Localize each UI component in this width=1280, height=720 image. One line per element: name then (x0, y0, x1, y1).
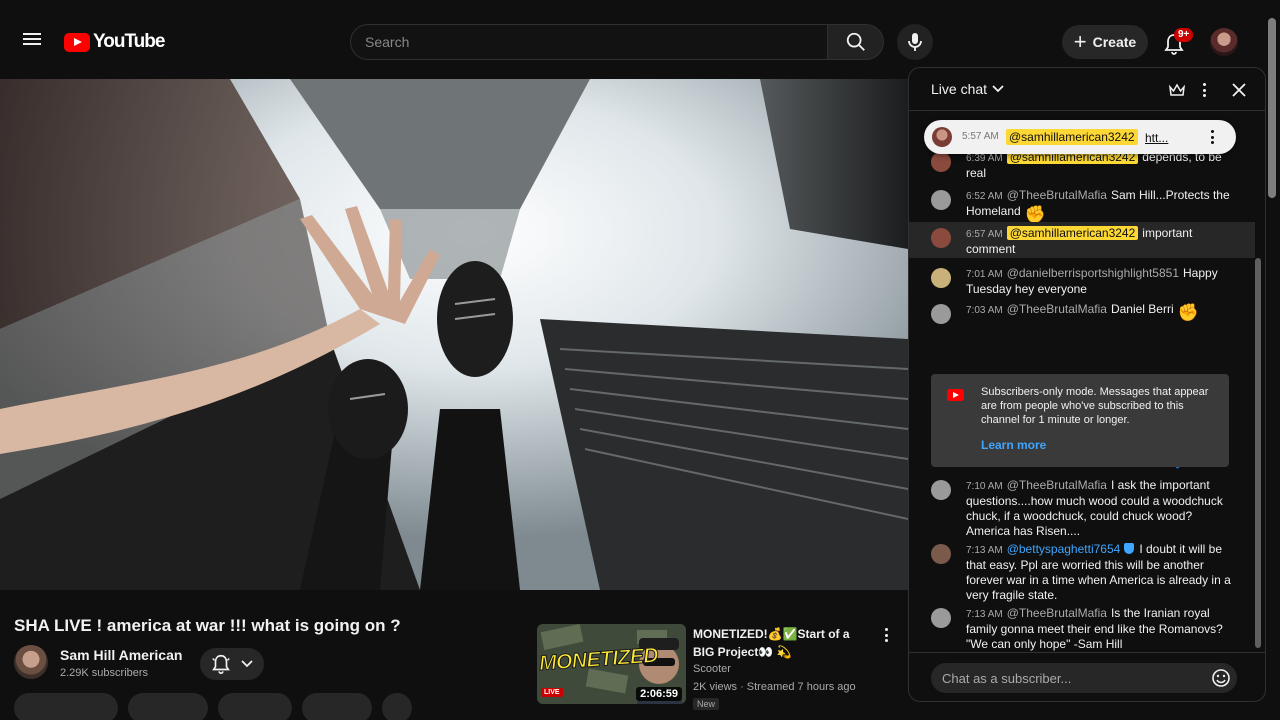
chat-message-text: Daniel Berri (1110, 302, 1174, 316)
bell-ring-icon (212, 654, 230, 674)
chat-message-time: 7:13 AM (966, 609, 1003, 620)
search-button[interactable] (827, 24, 884, 60)
chat-message-time: 7:13 AM (966, 545, 1003, 556)
chat-author-name[interactable]: @TheeBrutalMafia (1007, 478, 1107, 492)
video-title: SHA LIVE ! america at war !!! what is go… (14, 616, 401, 635)
close-chat-button[interactable] (1229, 80, 1249, 100)
plus-icon: + (1073, 29, 1087, 54)
chat-author-name[interactable]: @danielberrisportshighlight5851 (1007, 266, 1179, 280)
masthead: YouTube + Create 9+ (0, 0, 1280, 66)
search-bar (350, 24, 884, 60)
save-button[interactable] (218, 693, 292, 720)
chat-author-avatar[interactable] (931, 480, 951, 500)
video-player[interactable] (0, 79, 908, 590)
new-badge: New (693, 698, 720, 710)
chat-scrollbar[interactable] (1255, 258, 1261, 648)
chat-emoji: ✊ (1177, 303, 1199, 322)
share-button[interactable] (128, 693, 208, 720)
chat-message: 6:52 AM @TheeBrutalMafia Sam Hill...Protec… (909, 184, 1255, 224)
chat-message: 7:13 AM @bettyspaghetti7654 I doubt it wil… (909, 538, 1255, 602)
chat-more-options-icon[interactable] (1196, 81, 1212, 99)
like-button[interactable] (14, 693, 118, 720)
chat-message: 7:13 AM @TheeBrutalMafia Is the Iranian ro… (909, 602, 1255, 651)
video-action-row (14, 693, 412, 720)
chat-author-avatar[interactable] (931, 190, 951, 210)
live-chat-header: Live chat (909, 68, 1265, 111)
chat-message-time: 6:39 AM (966, 153, 1003, 164)
chat-message: 7:01 AM @danielberrisportshighlight5851 Ha… (909, 262, 1255, 296)
live-tag: LIVE (541, 688, 563, 697)
pinned-time: 5:57 AM (962, 131, 999, 142)
clip-button[interactable] (302, 693, 372, 720)
hamburger-menu-icon[interactable] (20, 30, 44, 50)
chat-message-time: 7:03 AM (966, 305, 1003, 316)
create-label: Create (1092, 34, 1137, 50)
youtube-logo[interactable]: YouTube (64, 31, 165, 53)
chat-author-name[interactable]: @TheeBrutalMafia (1007, 302, 1107, 316)
smiley-icon[interactable] (1211, 668, 1231, 688)
pinned-author-avatar (932, 127, 952, 147)
channel-avatar[interactable] (14, 645, 48, 679)
subscription-notifications-button[interactable] (200, 648, 264, 680)
more-actions-button[interactable] (382, 693, 412, 720)
recommended-video-title[interactable]: MONETIZED!💰✅Start of a BIG Project👀 💫 (693, 625, 863, 661)
notice-text: Subscribers-only mode. Messages that app… (981, 386, 1209, 426)
pinned-mention: @samhillamerican3242 (1006, 129, 1138, 145)
chat-author-name[interactable]: @TheeBrutalMafia (1007, 188, 1107, 202)
chevron-down-icon (241, 660, 253, 668)
chat-emoji: ✊ (1024, 205, 1046, 224)
microphone-icon (908, 33, 922, 51)
live-chat-panel: Live chat 5:57 AM @samhillamerican3242 h… (908, 67, 1266, 702)
pinned-more-options-icon[interactable] (1206, 128, 1218, 146)
close-icon (1232, 83, 1246, 97)
video-duration: 2:06:59 (636, 687, 682, 701)
chat-message-time: 7:01 AM (966, 269, 1003, 280)
live-chat-title: Live chat (931, 81, 988, 97)
member-badge-icon (1124, 543, 1135, 554)
recommended-channel-name[interactable]: Scooter (693, 663, 731, 675)
youtube-play-icon (64, 32, 90, 52)
video-frame-image (0, 79, 908, 590)
channel-name[interactable]: Sam Hill American (60, 647, 182, 663)
chat-author-name[interactable]: @bettyspaghetti7654 (1007, 542, 1121, 556)
logo-text: YouTube (93, 31, 165, 52)
page-scrollbar[interactable] (1268, 18, 1276, 198)
chat-message: 7:10 AM @TheeBrutalMafia I ask the importa… (909, 474, 1255, 538)
chat-mention: @samhillamerican3242 (1006, 226, 1139, 240)
chat-input[interactable] (931, 663, 1237, 693)
youtube-icon (947, 389, 964, 401)
chat-author-avatar[interactable] (931, 228, 951, 248)
search-input[interactable] (350, 24, 827, 60)
chat-message: 7:03 AM @TheeBrutalMafia Daniel Berri ✊ (909, 298, 1255, 324)
create-button[interactable]: + Create (1062, 25, 1148, 59)
pinned-link[interactable]: htt... (1145, 131, 1168, 145)
live-chat-mode-dropdown[interactable]: Live chat (931, 81, 1005, 97)
chat-message-time: 6:52 AM (966, 191, 1003, 202)
notification-count-badge: 9+ (1174, 28, 1194, 42)
subscribers-only-notice: Subscribers-only mode. Messages that app… (931, 374, 1229, 467)
chat-author-avatar[interactable] (931, 304, 951, 324)
chat-author-avatar[interactable] (931, 268, 951, 288)
pinned-message[interactable]: 5:57 AM @samhillamerican3242 htt... (924, 120, 1236, 154)
voice-search-button[interactable] (897, 24, 933, 60)
chat-author-avatar[interactable] (931, 152, 951, 172)
chat-message-list: 6:39 AM @samhillamerican3242 depends, to b… (909, 112, 1265, 652)
crown-icon[interactable] (1167, 80, 1187, 100)
learn-more-link[interactable]: Learn more (981, 438, 1046, 452)
notifications-button[interactable]: 9+ (1160, 28, 1194, 57)
chevron-down-icon (992, 85, 1004, 93)
account-avatar[interactable] (1210, 28, 1238, 56)
chat-message-time: 7:10 AM (966, 481, 1003, 492)
recommended-video-meta: 2K views · Streamed 7 hours ago (693, 681, 856, 693)
chat-author-name[interactable]: @TheeBrutalMafia (1007, 606, 1107, 620)
search-icon (846, 32, 865, 51)
chat-author-avatar[interactable] (931, 608, 951, 628)
chat-message: 6:57 AM @samhillamerican3242 important com… (909, 222, 1255, 258)
chat-message-time: 6:57 AM (966, 229, 1003, 240)
chat-author-avatar[interactable] (931, 544, 951, 564)
subscriber-count: 2.29K subscribers (60, 667, 149, 679)
chat-input-area (909, 652, 1265, 701)
recommended-video-thumbnail[interactable]: MONETIZED LIVE 2:06:59 (537, 624, 686, 704)
recommended-more-options-icon[interactable] (878, 626, 894, 644)
